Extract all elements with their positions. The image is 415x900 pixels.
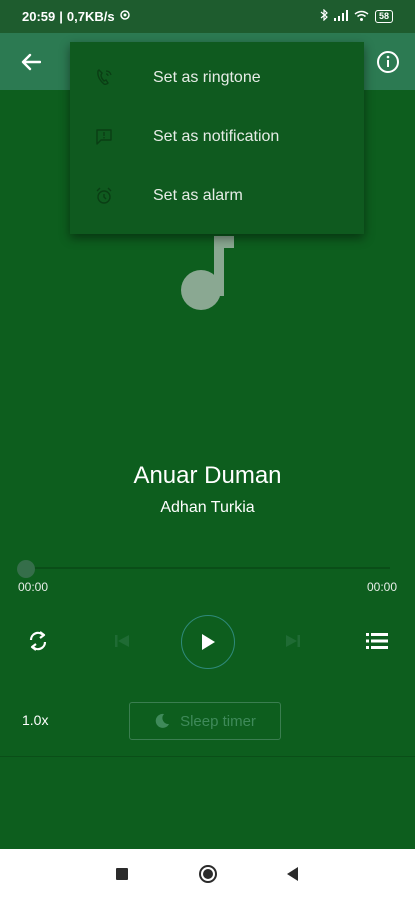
playlist-icon — [366, 633, 388, 649]
signal-icon — [333, 9, 348, 24]
recent-apps-icon[interactable] — [116, 868, 128, 880]
play-button[interactable] — [181, 615, 235, 669]
status-right: 58 — [320, 8, 393, 24]
repeat-icon — [29, 631, 47, 651]
menu-item-set-as-alarm[interactable]: Set as alarm — [70, 166, 364, 225]
playback-speed-button[interactable]: 1.0x — [22, 712, 48, 728]
seek-bar-thumb[interactable] — [17, 560, 35, 578]
divider — [0, 756, 415, 757]
sleep-timer-label: Sleep timer — [180, 712, 256, 730]
menu-item-set-as-ringtone[interactable]: Set as ringtone — [70, 48, 364, 107]
info-button[interactable] — [373, 47, 403, 77]
queue-button[interactable] — [365, 629, 389, 653]
previous-button[interactable] — [112, 631, 132, 651]
phone-ringtone-icon — [94, 68, 114, 88]
menu-item-set-as-notification[interactable]: Set as notification — [70, 107, 364, 166]
menu-item-label: Set as ringtone — [153, 68, 261, 86]
system-back-icon[interactable] — [287, 867, 298, 881]
skip-next-icon — [286, 635, 300, 647]
skip-previous-icon — [115, 635, 129, 647]
track-artist: Adhan Turkia — [160, 499, 255, 516]
status-network-speed: 0,7KB/s — [66, 9, 115, 24]
seek-bar-track[interactable] — [26, 567, 390, 569]
info-icon — [377, 51, 399, 73]
home-icon[interactable] — [199, 865, 217, 883]
status-bar: 20:59 | 0,7KB/s 58 — [0, 0, 415, 33]
status-left: 20:59 | 0,7KB/s — [22, 9, 131, 24]
back-button[interactable] — [16, 47, 46, 77]
status-separator: | — [59, 9, 63, 24]
arrow-back-icon — [21, 53, 41, 71]
system-nav-bar — [0, 849, 415, 900]
moon-icon — [155, 713, 170, 728]
wifi-icon — [354, 9, 369, 24]
music-note-icon — [178, 232, 238, 312]
track-title: Anuar Duman — [133, 462, 282, 489]
next-button[interactable] — [283, 631, 303, 651]
play-icon — [202, 634, 215, 650]
time-current: 00:00 — [18, 580, 49, 594]
time-total: 00:00 — [366, 580, 397, 594]
status-time: 20:59 — [22, 9, 56, 24]
notification-message-icon — [94, 127, 114, 147]
alarm-clock-icon — [94, 186, 114, 206]
settings-icon — [119, 9, 131, 24]
sleep-timer-button[interactable]: Sleep timer — [129, 702, 281, 740]
repeat-button[interactable] — [24, 627, 52, 655]
battery-indicator: 58 — [374, 10, 393, 23]
menu-item-label: Set as alarm — [153, 186, 243, 204]
bluetooth-icon — [320, 8, 328, 24]
menu-item-label: Set as notification — [153, 127, 280, 145]
set-as-menu: Set as ringtone Set as notification Set … — [70, 42, 364, 234]
